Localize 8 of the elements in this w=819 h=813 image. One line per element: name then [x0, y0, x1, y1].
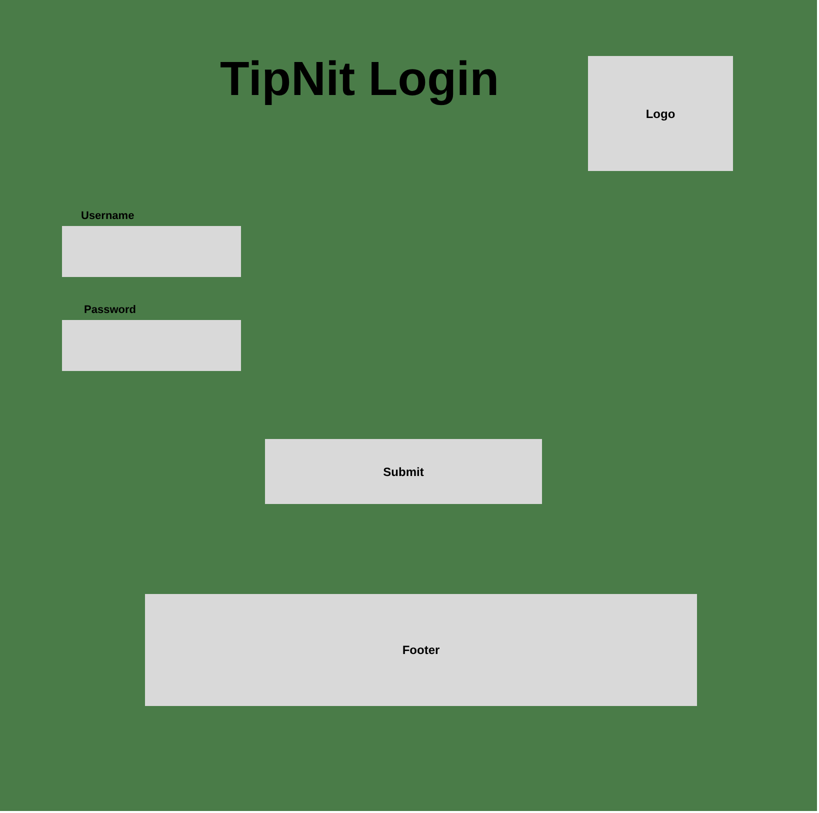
input-field[interactable] — [62, 320, 241, 371]
submit-button[interactable]: Submit — [265, 439, 542, 504]
logo-label: Logo — [646, 106, 676, 122]
footer: Footer — [145, 594, 697, 706]
field-label: Username — [81, 209, 134, 224]
field-label: Password — [84, 303, 136, 318]
page-title: TipNit Login — [220, 52, 500, 108]
input-field[interactable] — [62, 226, 241, 277]
